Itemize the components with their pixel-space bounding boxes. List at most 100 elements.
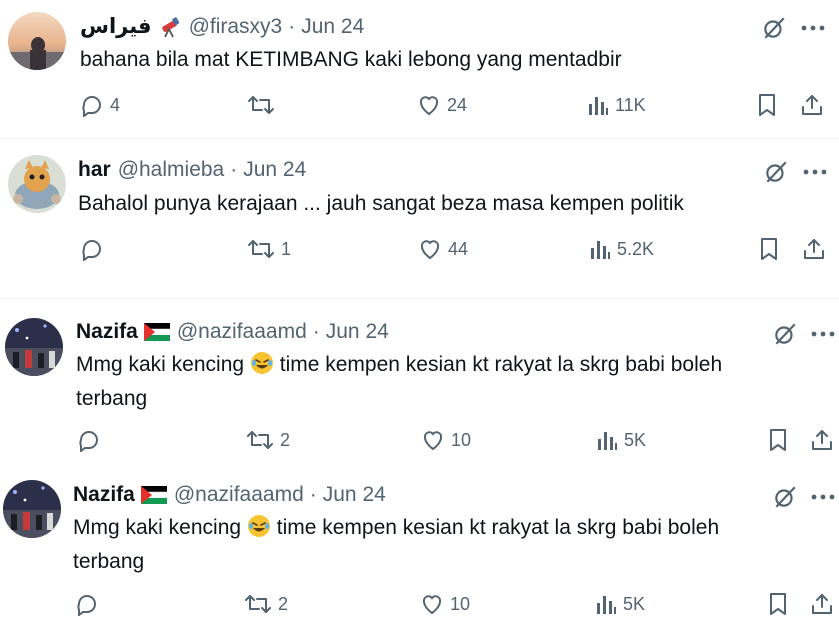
- more-options-icon[interactable]: [810, 321, 836, 347]
- share-button[interactable]: [802, 235, 826, 263]
- share-button[interactable]: [810, 426, 834, 454]
- views-button[interactable]: 5K: [596, 426, 646, 454]
- bookmark-icon: [759, 94, 775, 116]
- bookmark-button[interactable]: [767, 426, 789, 454]
- tweet-text: Mmg kaki kencing time kempen kesian kt r…: [73, 513, 813, 577]
- views-button[interactable]: 11K: [587, 91, 646, 119]
- share-icon: [812, 594, 832, 614]
- tweet-date[interactable]: Jun 24: [243, 158, 306, 182]
- palestine-flag-icon: [140, 486, 167, 504]
- view-count: 5K: [623, 593, 646, 614]
- avatar[interactable]: [8, 155, 66, 213]
- view-count: 11K: [615, 94, 646, 115]
- reply-icon: [79, 431, 98, 452]
- like-count: 10: [451, 429, 472, 450]
- tweet[interactable]: Nazifa @nazifaaamd · Jun 24 Mmg kaki ken…: [0, 299, 839, 461]
- views-button[interactable]: 5.2K: [589, 235, 654, 263]
- tweet-text-part: time kempen kesian kt rakyat la skrg bab…: [276, 516, 720, 539]
- tweet-header: har @halmieba · Jun 24: [78, 158, 306, 182]
- retweet-icon: [245, 595, 271, 613]
- tweet-text: Mmg kaki kencing time kempen kesian kt r…: [76, 350, 816, 414]
- avatar[interactable]: [3, 480, 61, 538]
- share-icon: [804, 239, 824, 259]
- views-chart-icon: [598, 432, 617, 450]
- retweet-count: 2: [278, 593, 289, 614]
- retweet-icon: [248, 240, 274, 258]
- author-name[interactable]: Nazifa: [73, 483, 135, 507]
- like-count: 44: [448, 238, 469, 259]
- heart-icon: [422, 595, 442, 615]
- tweet-text: bahana bila mat KETIMBANG kaki lebong ya…: [80, 45, 622, 75]
- views-chart-icon: [597, 596, 616, 614]
- grok-icon[interactable]: [763, 159, 789, 185]
- palestine-flag-icon: [143, 323, 170, 341]
- tweet[interactable]: Nazifa @nazifaaamd · Jun 24 Mmg kaki ken…: [0, 461, 839, 632]
- bookmark-button[interactable]: [758, 235, 780, 263]
- author-handle[interactable]: @nazifaaamd: [177, 320, 307, 344]
- grok-icon[interactable]: [772, 321, 798, 347]
- separator-dot: ·: [309, 483, 317, 506]
- avatar[interactable]: [8, 12, 66, 70]
- bookmark-icon: [770, 429, 786, 451]
- share-button[interactable]: [810, 590, 834, 618]
- bookmark-button[interactable]: [756, 91, 778, 119]
- grok-icon[interactable]: [761, 15, 787, 41]
- separator-dot: ·: [288, 14, 296, 38]
- rofl-emoji-icon: [247, 514, 271, 547]
- grok-icon[interactable]: [772, 484, 798, 510]
- author-name[interactable]: فيراس: [80, 14, 152, 39]
- like-button[interactable]: 10: [421, 426, 471, 454]
- rofl-emoji-icon: [250, 351, 274, 384]
- retweet-icon: [248, 96, 274, 114]
- separator-dot: ·: [230, 158, 238, 181]
- author-handle[interactable]: @halmieba: [118, 158, 225, 182]
- author-name[interactable]: har: [78, 158, 111, 182]
- tweet-date[interactable]: Jun 24: [326, 320, 389, 344]
- like-button[interactable]: 10: [420, 590, 470, 618]
- like-count: 24: [447, 94, 468, 115]
- heart-icon: [419, 96, 439, 116]
- retweet-button[interactable]: 2: [246, 426, 290, 454]
- views-chart-icon: [589, 97, 608, 115]
- retweet-count: 2: [280, 429, 291, 450]
- tweet-text-part: time kempen kesian kt rakyat la skrg bab…: [279, 353, 723, 376]
- like-button[interactable]: 44: [418, 235, 468, 263]
- author-handle[interactable]: @nazifaaamd: [174, 483, 304, 507]
- reply-button[interactable]: [77, 426, 101, 454]
- author-handle[interactable]: @firasxy3: [189, 15, 283, 39]
- heart-icon: [423, 431, 443, 451]
- telescope-icon: [158, 15, 182, 39]
- retweet-icon: [247, 431, 273, 449]
- like-button[interactable]: 24: [417, 91, 467, 119]
- more-options-icon[interactable]: [802, 159, 828, 185]
- tweet[interactable]: har @halmieba · Jun 24 Bahalol punya ker…: [0, 139, 839, 279]
- tweet-text-line: Bahalol punya kerajaan ... jauh sangat b…: [78, 192, 684, 215]
- tweet-date[interactable]: Jun 24: [323, 483, 386, 507]
- reply-button[interactable]: [75, 590, 99, 618]
- tweet-text-part: Mmg kaki kencing: [76, 353, 245, 376]
- tweet-header: Nazifa @nazifaaamd · Jun 24: [73, 483, 386, 507]
- share-icon: [812, 430, 832, 450]
- more-options-icon[interactable]: [810, 484, 836, 510]
- bookmark-icon: [761, 238, 777, 260]
- tweet-text-line: terbang: [73, 550, 145, 573]
- avatar[interactable]: [5, 318, 63, 376]
- retweet-button[interactable]: 2: [244, 590, 288, 618]
- tweet-text-line: terbang: [76, 387, 148, 410]
- tweet-text-line: bahana bila mat KETIMBANG kaki lebong ya…: [80, 48, 622, 71]
- tweet[interactable]: فيراس @firasxy3 · Jun 24 bahana bila mat…: [0, 0, 839, 138]
- tweet-date[interactable]: Jun 24: [301, 15, 364, 39]
- share-icon: [802, 95, 822, 115]
- views-button[interactable]: 5K: [595, 590, 645, 618]
- bookmark-button[interactable]: [767, 590, 789, 618]
- tweet-text-part: Mmg kaki kencing: [73, 516, 242, 539]
- reply-button[interactable]: [80, 235, 104, 263]
- more-options-icon[interactable]: [800, 15, 826, 41]
- author-name[interactable]: Nazifa: [76, 320, 138, 344]
- reply-icon: [82, 96, 101, 117]
- view-count: 5.2K: [617, 238, 655, 259]
- share-button[interactable]: [800, 91, 824, 119]
- retweet-button[interactable]: [247, 91, 281, 119]
- retweet-button[interactable]: 1: [247, 235, 291, 263]
- reply-button[interactable]: 4: [80, 91, 120, 119]
